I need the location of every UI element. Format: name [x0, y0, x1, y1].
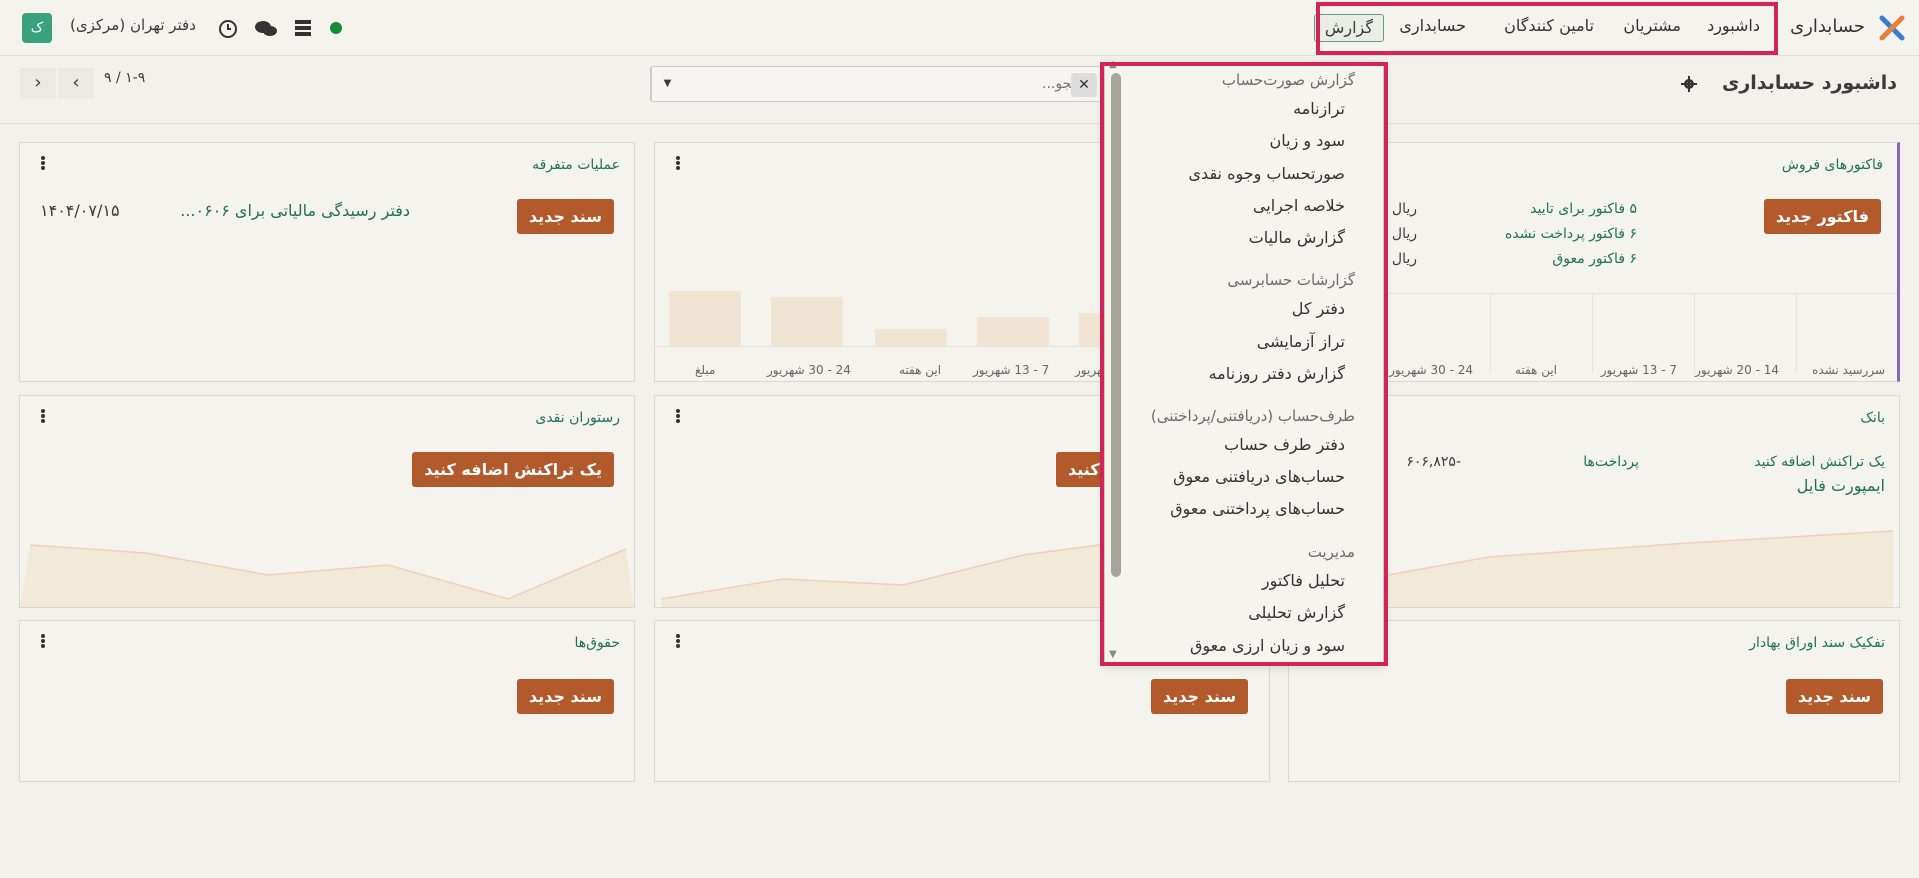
sales-axis-label: این هفته — [1514, 363, 1557, 377]
sales-axis-label: 7 - 13 شهریور — [1600, 363, 1677, 377]
kebab-menu-icon[interactable] — [675, 155, 681, 173]
highlight-frame-dropdown — [1100, 62, 1388, 666]
clock-icon[interactable] — [218, 19, 238, 39]
new-entry-button[interactable]: سند جدید — [516, 679, 614, 714]
payroll-card-title[interactable]: حقوق‌ها — [575, 635, 620, 651]
company-switcher[interactable]: دفتر تهران (مرکزی) — [70, 16, 196, 34]
late-invoices-link[interactable]: ۶ فاکتور معوق — [1552, 251, 1637, 267]
sales-card-title[interactable]: فاکتورهای فروش — [1782, 157, 1883, 173]
payments-link[interactable]: پرداخت‌ها — [1583, 454, 1639, 470]
unpaid-invoices-link[interactable]: ۶ فاکتور پرداخت نشده — [1505, 226, 1637, 242]
new-entry-button[interactable]: سند جدید — [516, 199, 614, 234]
kebab-menu-icon[interactable] — [40, 633, 46, 651]
kebab-menu-icon[interactable] — [675, 633, 681, 651]
search-bar: ✕ ▼ — [650, 66, 1106, 102]
misc-journal-card: عملیات متفرقه سند جدید دفتر رسیدگی مالیا… — [19, 142, 635, 382]
restaurant-card-title[interactable]: رستوران نقدی — [535, 410, 620, 426]
top-navbar: حسابداری داشبورد مشتریان تامین کنندگان ح… — [0, 0, 1919, 56]
kebab-menu-icon[interactable] — [40, 408, 46, 426]
new-invoice-button[interactable]: فاکتور جدید — [1763, 199, 1881, 234]
kebab-menu-icon[interactable] — [675, 408, 681, 426]
new-entry-button[interactable]: سند جدید — [1151, 679, 1249, 714]
app-name[interactable]: حسابداری — [1790, 16, 1865, 37]
add-transaction-button[interactable]: یک تراکنش اضافه کنید — [412, 452, 614, 487]
amount-3: ریال — [1391, 251, 1417, 267]
chat-icon[interactable] — [254, 19, 278, 39]
activity-icon[interactable] — [294, 19, 312, 37]
purchase-axis-label: این هفته — [899, 363, 942, 377]
securities-card-title[interactable]: تفکیک سند اوراق بهادار — [1749, 635, 1885, 651]
purchase-axis-label: 24 - 30 شهریور — [767, 363, 851, 377]
bank-balance: -۶۰۶,۸۲۵ — [1406, 454, 1461, 470]
entry-date: ۱۴۰۴/۰۷/۱۵ — [40, 201, 120, 220]
chart-bar — [875, 329, 947, 347]
misc-card-title[interactable]: عملیات متفرقه — [532, 157, 620, 173]
pager-value[interactable]: ۱-۹ / ۹ — [104, 70, 145, 86]
control-panel: داشبورد حسابداری ✕ ▼ ۱-۹ / ۹ ‹ › — [0, 56, 1919, 124]
amount-1: ریال — [1391, 201, 1417, 217]
chart-bar — [977, 317, 1049, 347]
restaurant-line-chart — [20, 544, 634, 607]
sales-axis-label: 14 - 20 شهریور — [1695, 363, 1779, 377]
gear-icon[interactable] — [1681, 76, 1697, 92]
new-entry-button[interactable]: سند جدید — [1785, 679, 1883, 714]
pager-next-icon[interactable]: › — [58, 68, 94, 98]
payroll-journal-card: حقوق‌ها سند جدید — [19, 620, 635, 782]
chart-bar — [669, 291, 741, 347]
kebab-menu-icon[interactable] — [40, 155, 46, 173]
restaurant-cash-card: رستوران نقدی یک تراکنش اضافه کنید — [19, 395, 635, 608]
tax-entry-link[interactable]: دفتر رسیدگی مالیاتی برای ۰۶۰۶... — [180, 201, 410, 220]
pager-previous-icon[interactable]: ‹ — [20, 68, 56, 98]
purchase-axis-label: مبلغ — [695, 363, 716, 377]
user-avatar[interactable]: ک — [22, 13, 52, 43]
purchase-axis-label: 7 - 13 شهریور — [973, 363, 1050, 377]
amount-2: ریال — [1391, 226, 1417, 242]
highlight-frame-nav — [1316, 2, 1778, 55]
sales-axis-label: سررسید نشده — [1812, 363, 1885, 377]
search-input[interactable] — [755, 69, 1105, 99]
sales-axis-label: 24 - 30 شهریور — [1389, 363, 1473, 377]
page-title: داشبورد حسابداری — [1721, 72, 1897, 94]
bank-card-title[interactable]: بانک — [1860, 410, 1885, 426]
app-logo-icon[interactable] — [1879, 15, 1905, 41]
chart-bar — [771, 297, 843, 347]
invoices-to-validate-link[interactable]: ۵ فاکتور برای تایید — [1530, 201, 1637, 217]
close-filter-icon[interactable]: ✕ — [1071, 73, 1097, 97]
status-dot — [330, 22, 342, 34]
search-options-toggle[interactable]: ▼ — [651, 67, 683, 101]
import-file-link[interactable]: ایمپورت فایل — [1797, 476, 1885, 495]
add-transaction-link[interactable]: یک تراکنش اضافه کنید — [1754, 454, 1885, 470]
